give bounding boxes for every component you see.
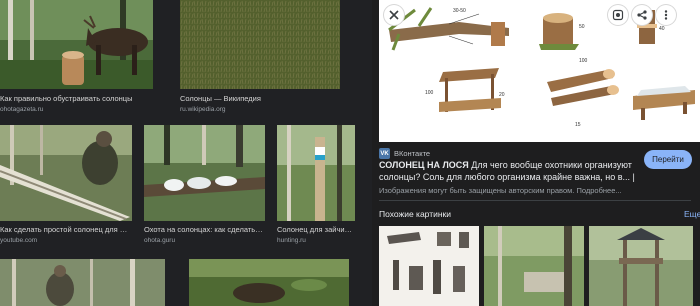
result-source: youtube.com	[0, 237, 38, 244]
result-youtube[interactable]: Как сделать простой солонец для лося ...…	[0, 125, 132, 245]
image-results-grid: Как правильно обустраивать солонцы ohota…	[0, 0, 372, 306]
result-thumbnail[interactable]	[180, 0, 340, 89]
source-site[interactable]: VK ВКонтакте	[379, 148, 430, 159]
result-caption[interactable]: Охота на солонцах: как сделать со...	[144, 225, 264, 235]
more-options-button[interactable]	[656, 5, 676, 25]
copyright-text: Изображения могут быть защищены авторски…	[379, 186, 575, 195]
diagram-label: 20	[499, 92, 505, 98]
result-source: ohotagazeta.ru	[0, 106, 44, 113]
result-caption[interactable]: Как сделать простой солонец для лося ...	[0, 225, 130, 235]
share-icon	[637, 10, 647, 20]
preview-panel: 30-50 50 40 100 20 100 15 VK ВКонтакте С…	[372, 0, 700, 306]
divider	[379, 200, 691, 201]
lens-button[interactable]	[608, 5, 628, 25]
more-vert-icon	[664, 10, 668, 20]
lens-icon	[612, 9, 624, 21]
result-row3-b[interactable]	[189, 259, 349, 306]
close-icon	[389, 10, 399, 20]
diagram-label: 15	[575, 122, 581, 128]
result-thumbnail[interactable]	[144, 125, 265, 221]
preview-title[interactable]: СОЛОНЕЦ НА ЛОСЯ Для чего вообще охотники…	[379, 160, 637, 183]
result-ohota-guru[interactable]: Охота на солонцах: как сделать со... oho…	[144, 125, 265, 245]
result-source: hunting.ru	[277, 237, 306, 244]
result-thumbnail[interactable]	[0, 0, 153, 89]
share-button[interactable]	[632, 5, 652, 25]
result-source: ohota.guru	[144, 237, 176, 244]
result-thumbnail[interactable]	[0, 259, 165, 306]
result-row3-a[interactable]	[0, 259, 165, 306]
result-source: ru.wikipedia.org	[180, 106, 226, 113]
copyright-note: Изображения могут быть защищены авторски…	[379, 186, 691, 195]
similar-more-link[interactable]: Еще	[684, 209, 700, 219]
visit-button[interactable]: Перейти	[644, 150, 692, 169]
result-caption[interactable]: Солонцы — Википедия	[180, 94, 338, 104]
result-hunting[interactable]: Солонец для зайчико... hunting.ru	[277, 125, 355, 245]
diagram-label: 30-50	[453, 8, 466, 14]
diagram-label: 100	[425, 90, 434, 96]
diagram-label: 50	[579, 24, 585, 30]
diagram-label: 100	[579, 58, 588, 64]
site-name[interactable]: ВКонтакте	[394, 149, 430, 158]
learn-more-link[interactable]: Подробнее...	[576, 186, 621, 195]
result-caption[interactable]: Солонец для зайчико...	[277, 225, 355, 235]
vk-icon: VK	[379, 148, 390, 159]
similar-image[interactable]	[589, 226, 693, 306]
result-moose[interactable]: Как правильно обустраивать солонцы ohota…	[0, 0, 153, 116]
result-wikipedia[interactable]: Солонцы — Википедия ru.wikipedia.org	[180, 0, 340, 116]
preview-image[interactable]: 30-50 50 40 100 20 100 15	[379, 0, 700, 142]
result-thumbnail[interactable]	[189, 259, 349, 306]
title-bold[interactable]: СОЛОНЕЦ НА ЛОСЯ	[379, 160, 469, 170]
result-thumbnail[interactable]	[0, 125, 132, 221]
similar-images-heading: Похожие картинки	[379, 209, 452, 219]
result-caption[interactable]: Как правильно обустраивать солонцы	[0, 94, 150, 104]
diagram-label: 40	[659, 26, 665, 32]
similar-image[interactable]	[484, 226, 584, 306]
similar-image[interactable]	[379, 226, 479, 306]
result-thumbnail[interactable]	[277, 125, 355, 221]
close-button[interactable]	[384, 5, 404, 25]
